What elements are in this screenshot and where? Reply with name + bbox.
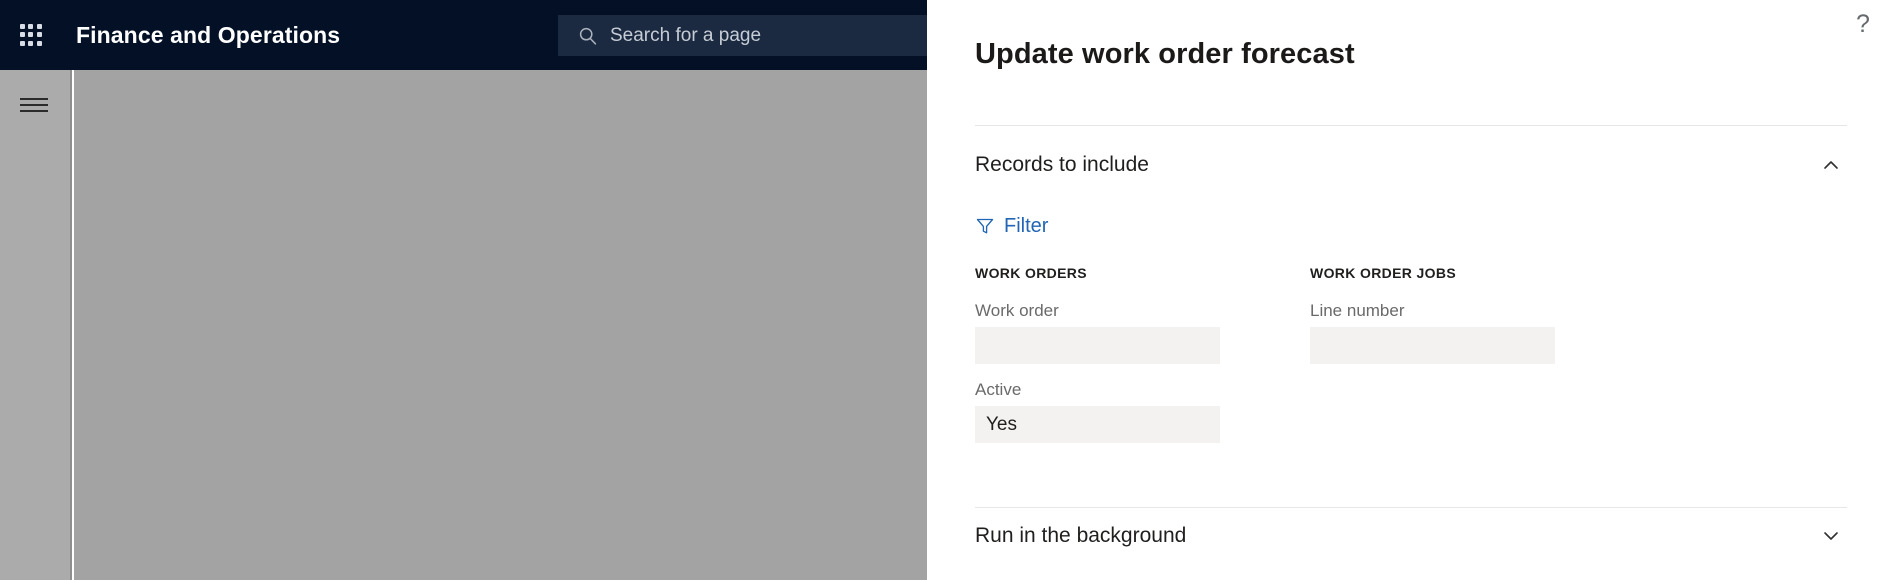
search-input[interactable]: Search for a page <box>558 15 927 56</box>
field-label: Work order <box>975 301 1059 320</box>
left-navigation-rail <box>0 70 72 580</box>
hamburger-menu-icon[interactable] <box>20 98 48 114</box>
waffle-dot <box>20 32 25 38</box>
divider <box>975 507 1847 508</box>
app-launcher-grid-icon[interactable] <box>16 20 46 50</box>
section-header-run-in-the-background[interactable]: Run in the background <box>975 514 1847 558</box>
waffle-dot <box>28 24 34 29</box>
field-active: Active <box>975 380 1305 443</box>
section-title: Run in the background <box>975 524 1187 547</box>
help-question-mark-icon[interactable]: ? <box>1847 8 1879 40</box>
search-placeholder: Search for a page <box>610 24 762 46</box>
field-work-order: Work order <box>975 301 1305 364</box>
section-title: Records to include <box>975 153 1149 176</box>
hamburger-line <box>20 104 48 106</box>
chevron-down-icon[interactable] <box>1821 526 1841 546</box>
column-header: WORK ORDERS <box>975 265 1087 281</box>
dialog-title: Update work order forecast <box>975 38 1355 70</box>
waffle-dot <box>20 40 25 46</box>
filter-button[interactable]: Filter <box>975 213 1048 239</box>
workspace-content-area <box>74 70 927 580</box>
update-work-order-forecast-dialog: ? Update work order forecast Records to … <box>927 0 1897 580</box>
application-window: Finance and Operations Search for a page… <box>0 0 1897 580</box>
chevron-up-icon[interactable] <box>1821 155 1841 175</box>
hamburger-line <box>20 98 48 100</box>
top-navigation-bar: Finance and Operations Search for a page <box>0 0 927 70</box>
waffle-dot <box>28 40 34 46</box>
waffle-dot <box>28 32 34 38</box>
hamburger-line <box>20 110 48 112</box>
waffle-dot <box>36 40 42 46</box>
waffle-dot <box>36 32 42 38</box>
filter-label: Filter <box>1004 214 1049 237</box>
app-shell: Finance and Operations Search for a page <box>0 0 927 580</box>
active-input[interactable] <box>975 406 1220 443</box>
work-order-input[interactable] <box>975 327 1220 364</box>
filter-column-work-orders: WORK ORDERS Work order Active <box>975 265 1305 459</box>
line-number-input[interactable] <box>1310 327 1555 364</box>
funnel-filter-icon <box>976 218 994 234</box>
divider <box>975 125 1847 126</box>
search-icon <box>579 27 597 45</box>
section-header-records-to-include[interactable]: Records to include <box>975 143 1847 187</box>
column-header: WORK ORDER JOBS <box>1310 265 1457 281</box>
waffle-dot <box>20 24 25 29</box>
filter-column-work-order-jobs: WORK ORDER JOBS Line number <box>1310 265 1640 380</box>
field-label: Active <box>975 380 1022 399</box>
waffle-dot <box>36 24 42 29</box>
field-label: Line number <box>1310 301 1405 320</box>
app-title: Finance and Operations <box>76 21 341 48</box>
field-line-number: Line number <box>1310 301 1640 364</box>
